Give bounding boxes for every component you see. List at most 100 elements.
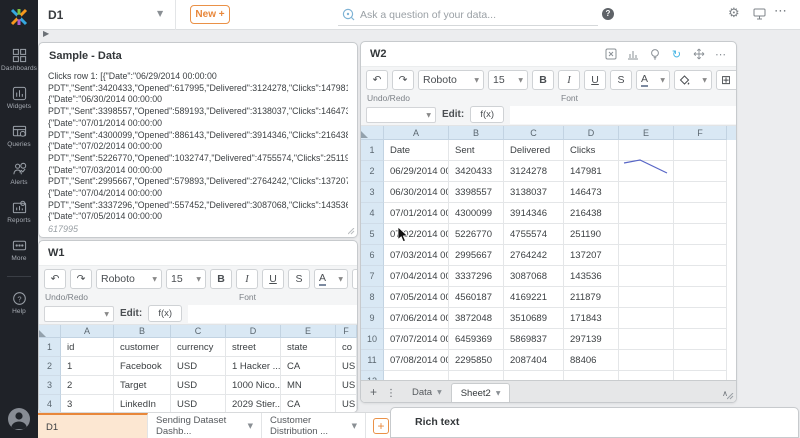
cell-E3[interactable]: MN [281, 376, 336, 395]
app-logo-icon[interactable] [8, 6, 30, 28]
column-header-F[interactable]: F [336, 325, 357, 338]
cell-B4[interactable]: 4300099 [449, 203, 504, 224]
column-header-C[interactable]: C [171, 325, 226, 338]
formula-input[interactable] [188, 305, 357, 323]
font-family-select[interactable]: Roboto▼ [96, 269, 162, 289]
column-header-E[interactable]: E [281, 325, 336, 338]
resize-handle-icon[interactable] [348, 228, 355, 235]
cell-F8[interactable] [674, 287, 727, 308]
export-excel-icon[interactable] [604, 48, 617, 61]
cell-D8[interactable]: 211879 [564, 287, 619, 308]
cell-C3[interactable]: USD [171, 376, 226, 395]
user-avatar[interactable] [8, 408, 30, 430]
cell-A3[interactable]: 06/30/2014 00... [384, 182, 449, 203]
cell-F3[interactable] [674, 182, 727, 203]
sidebar-item-widgets[interactable]: Widgets [0, 86, 38, 110]
resize-handle-icon[interactable] [727, 393, 734, 400]
row-header-7[interactable]: 7 [361, 266, 384, 287]
cell-B1[interactable]: Sent [449, 140, 504, 161]
cell-F11[interactable] [674, 350, 727, 371]
row-header-8[interactable]: 8 [361, 287, 384, 308]
cell-D11[interactable]: 88406 [564, 350, 619, 371]
cell-A4[interactable]: 07/01/2014 00... [384, 203, 449, 224]
font-family-select[interactable]: Roboto▼ [418, 70, 484, 90]
add-sheet-button[interactable]: + [361, 385, 384, 402]
column-header-D[interactable]: D [564, 126, 619, 140]
chart-icon[interactable] [626, 48, 639, 61]
column-header-D[interactable]: D [226, 325, 281, 338]
column-header-C[interactable]: C [504, 126, 564, 140]
sidebar-item-dashboards[interactable]: Dashboards [0, 48, 38, 72]
bold-button[interactable]: B [210, 269, 232, 289]
bold-button[interactable]: B [532, 70, 554, 90]
cell-A2[interactable]: 06/29/2014 00... [384, 161, 449, 182]
cell-B2[interactable]: 3420433 [449, 161, 504, 182]
widget-more-icon[interactable]: ⋯ [714, 48, 727, 61]
cell-A8[interactable]: 07/05/2014 00... [384, 287, 449, 308]
search-input[interactable] [360, 6, 595, 24]
cell-C8[interactable]: 4169221 [504, 287, 564, 308]
cell-E8[interactable] [619, 287, 674, 308]
cell-F4[interactable]: US [336, 395, 357, 413]
cell-D2[interactable]: 147981 [564, 161, 619, 182]
undo-button[interactable]: ↶ [366, 70, 388, 90]
cell-E3[interactable] [619, 182, 674, 203]
column-header-F[interactable]: F [674, 126, 727, 140]
cell-range-select[interactable]: ▼ [44, 306, 114, 322]
italic-button[interactable]: I [236, 269, 258, 289]
text-color-button[interactable]: A▼ [314, 269, 348, 289]
cell-F10[interactable] [674, 329, 727, 350]
cell-D1[interactable]: Clicks [564, 140, 619, 161]
dashboard-tab-customer-distribution[interactable]: Customer Distribution ...▼ [262, 413, 366, 438]
underline-button[interactable]: U [262, 269, 284, 289]
select-all-corner[interactable] [361, 126, 384, 140]
cell-C3[interactable]: 3138037 [504, 182, 564, 203]
cell-B3[interactable]: 3398557 [449, 182, 504, 203]
strikethrough-button[interactable]: S [610, 70, 632, 90]
cell-E5[interactable] [619, 224, 674, 245]
cell-E4[interactable] [619, 203, 674, 224]
strikethrough-button[interactable]: S [288, 269, 310, 289]
cell-C1[interactable]: currency [171, 338, 226, 357]
row-header-1[interactable]: 1 [39, 338, 61, 357]
cell-D7[interactable]: 143536 [564, 266, 619, 287]
cell-F9[interactable] [674, 308, 727, 329]
row-header-11[interactable]: 11 [361, 350, 384, 371]
cell-D3[interactable]: 146473 [564, 182, 619, 203]
cell-E2[interactable]: CA [281, 357, 336, 376]
dashboard-tab-sending-dataset[interactable]: Sending Dataset Dashb...▼ [148, 413, 262, 438]
row-header-4[interactable]: 4 [361, 203, 384, 224]
cell-range-select[interactable]: ▼ [366, 107, 436, 123]
row-header-4[interactable]: 4 [39, 395, 61, 413]
cell-F2[interactable]: US [336, 357, 357, 376]
cell-A4[interactable]: 3 [61, 395, 114, 413]
cell-F1[interactable] [674, 140, 727, 161]
cell-C9[interactable]: 3510689 [504, 308, 564, 329]
cell-C1[interactable]: Delivered [504, 140, 564, 161]
redo-button[interactable]: ↷ [70, 269, 92, 289]
cell-A6[interactable]: 07/03/2014 00... [384, 245, 449, 266]
column-header-B[interactable]: B [449, 126, 504, 140]
fx-button[interactable]: f(x) [470, 106, 504, 123]
cell-B4[interactable]: LinkedIn [114, 395, 171, 413]
italic-button[interactable]: I [558, 70, 580, 90]
sidebar-item-alerts[interactable]: Alerts [0, 162, 38, 186]
move-widget-icon[interactable] [692, 48, 705, 61]
cell-F2[interactable] [674, 161, 727, 182]
cell-B11[interactable]: 2295850 [449, 350, 504, 371]
row-header-3[interactable]: 3 [39, 376, 61, 395]
sheet-tab-data[interactable]: Data▼ [403, 383, 451, 402]
row-header-2[interactable]: 2 [39, 357, 61, 376]
add-dashboard-tab-button[interactable]: + [373, 418, 389, 434]
redo-button[interactable]: ↷ [392, 70, 414, 90]
column-header-E[interactable]: E [619, 126, 674, 140]
dashboard-tab-d1[interactable]: D1 [38, 413, 148, 438]
borders-button[interactable]: ⊞▼ [716, 70, 737, 90]
row-header-6[interactable]: 6 [361, 245, 384, 266]
cell-A11[interactable]: 07/08/2014 00... [384, 350, 449, 371]
row-header-1[interactable]: 1 [361, 140, 384, 161]
more-options-icon[interactable]: ⋯ [774, 4, 787, 19]
cell-C7[interactable]: 3087068 [504, 266, 564, 287]
cell-E11[interactable] [619, 350, 674, 371]
cell-A5[interactable]: 07/02/2014 00... [384, 224, 449, 245]
